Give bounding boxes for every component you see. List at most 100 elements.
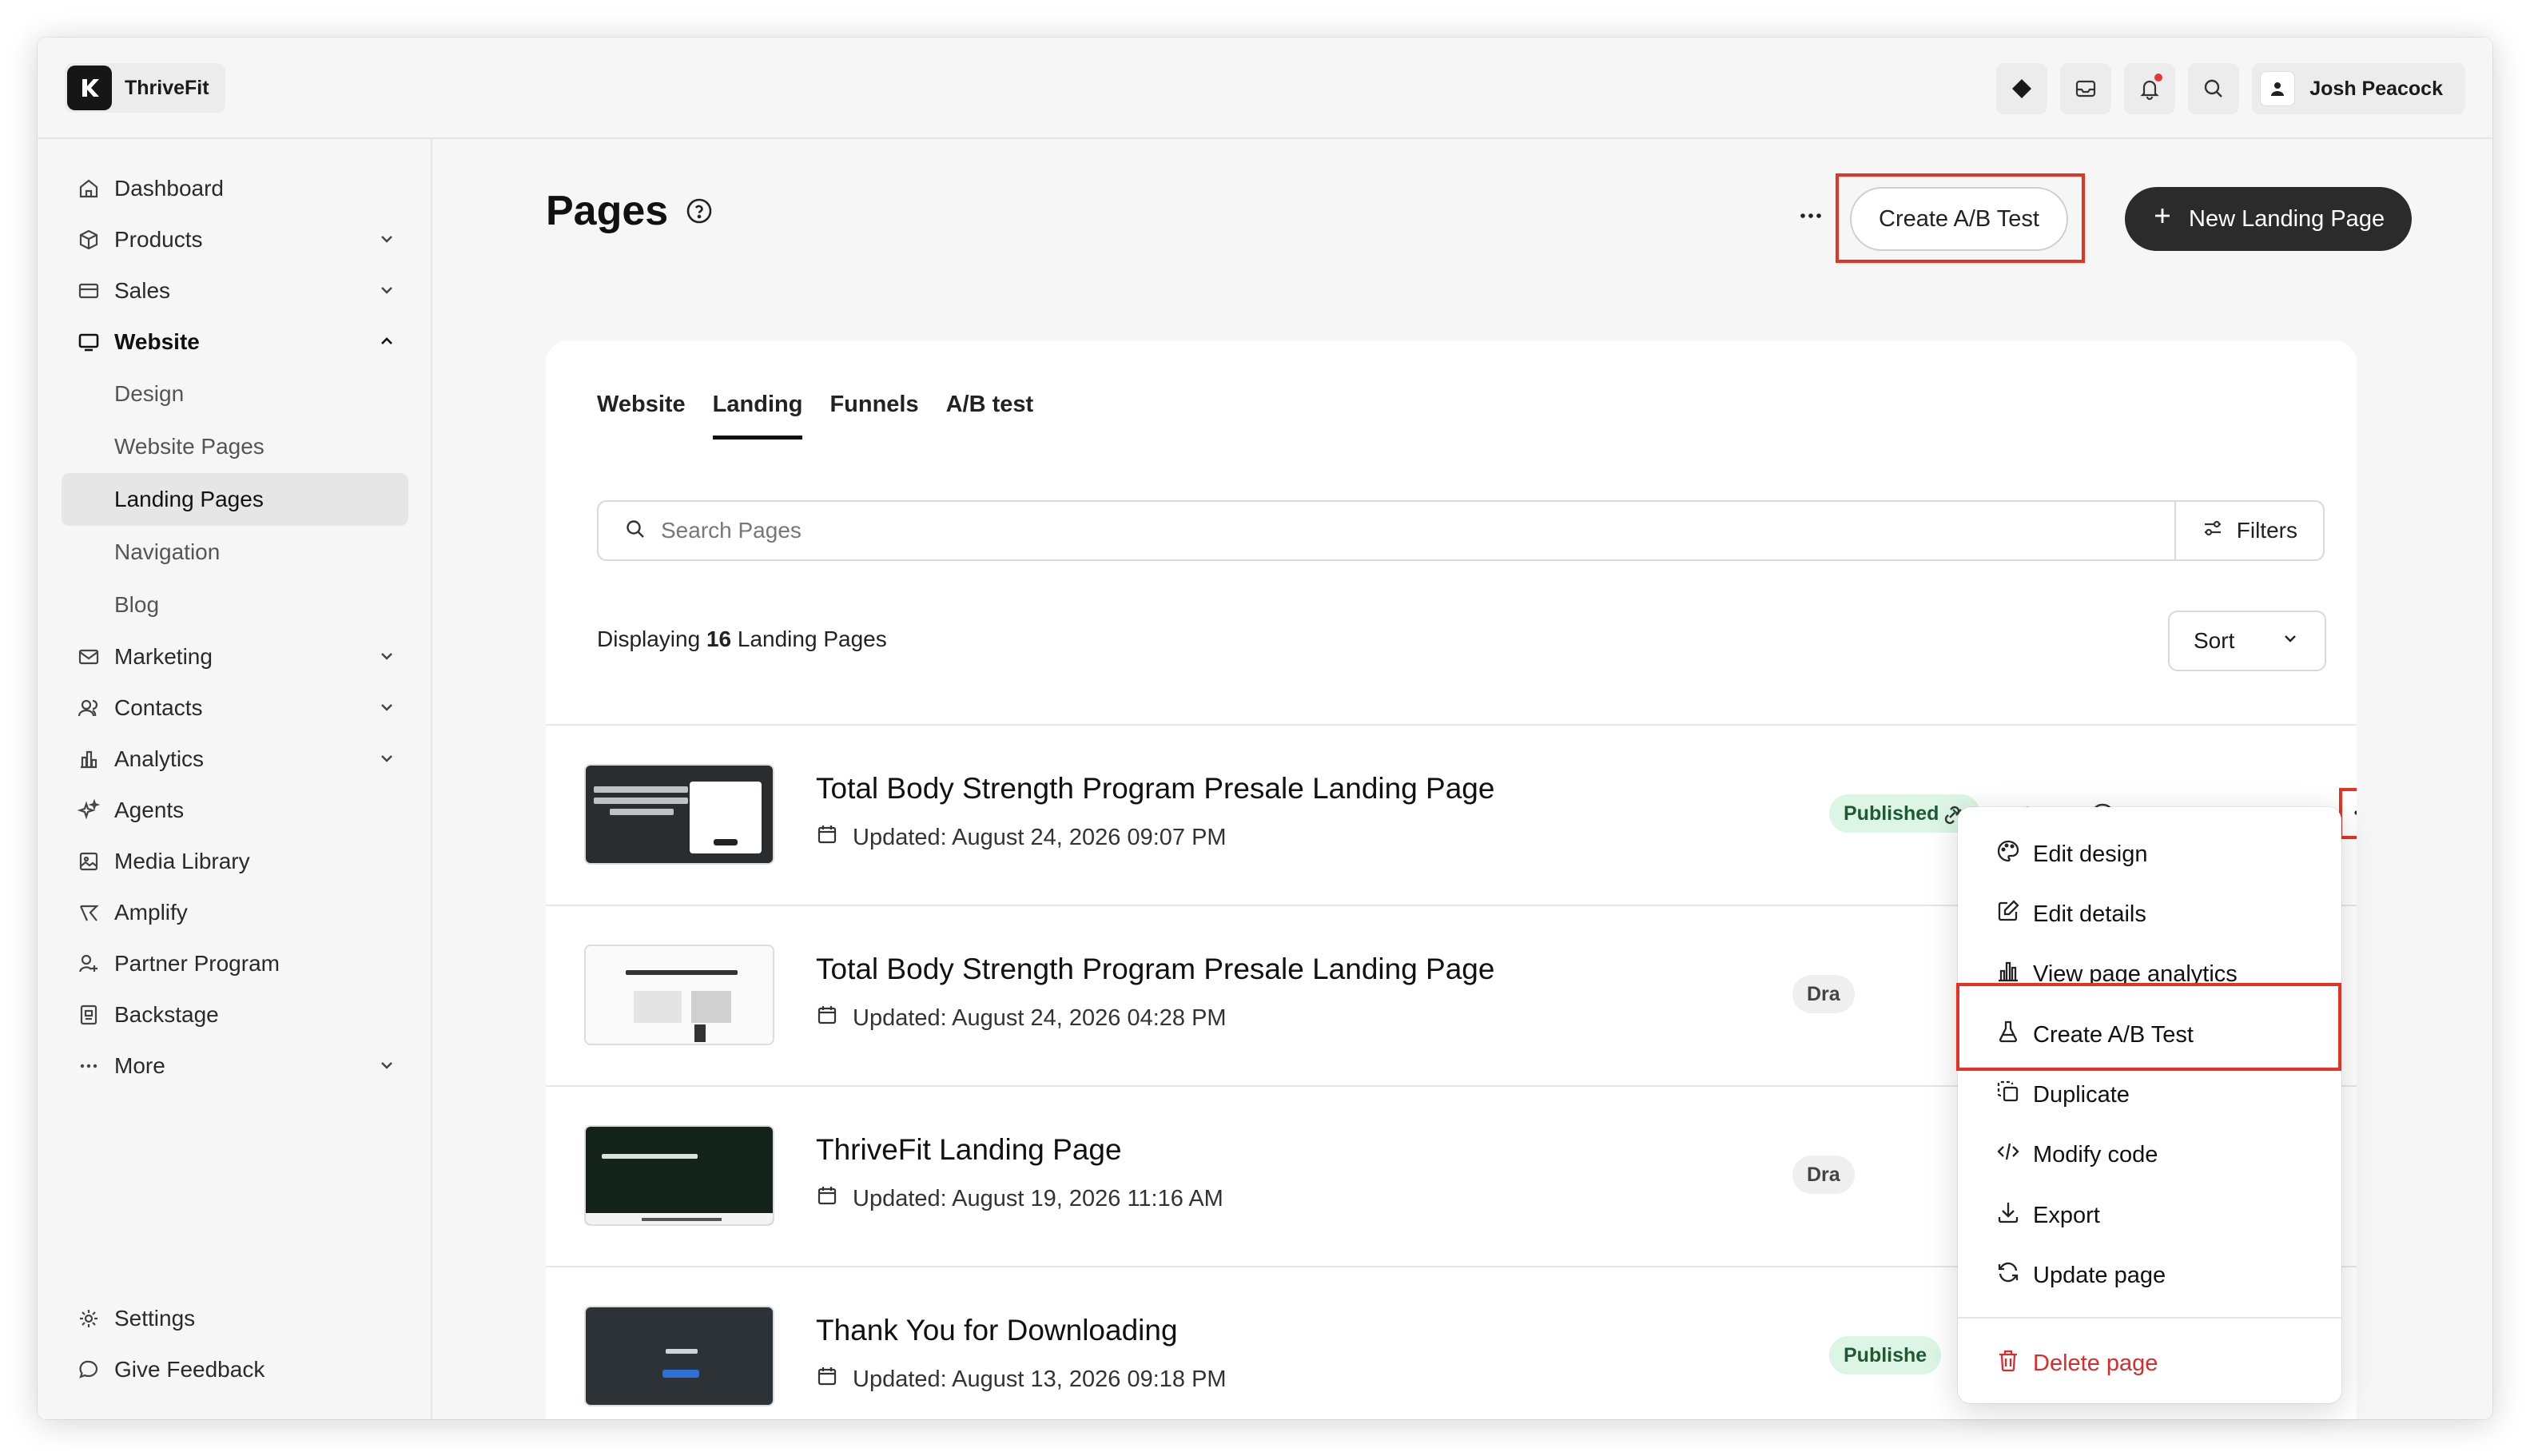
download-icon — [1996, 1200, 2020, 1231]
row-title[interactable]: Total Body Strength Program Presale Land… — [816, 772, 1494, 806]
bell-icon[interactable] — [2124, 63, 2176, 114]
sidebar-item-label: Website — [114, 329, 200, 354]
row-title[interactable]: Thank You for Downloading — [816, 1314, 1178, 1347]
sidebar-item-partner-program[interactable]: Partner Program — [62, 938, 408, 989]
sidebar-item-website[interactable]: Website — [62, 316, 408, 368]
help-icon[interactable] — [686, 187, 713, 235]
sidebar-item-label: Partner Program — [114, 951, 280, 976]
tab-landing[interactable]: Landing — [712, 392, 803, 440]
sidebar-item-agents[interactable]: Agents — [62, 785, 408, 836]
tab-website[interactable]: Website — [597, 392, 686, 440]
sidebar-item-products[interactable]: Products — [62, 214, 408, 265]
sort-dropdown[interactable]: Sort — [2168, 611, 2326, 671]
chevron-down-icon — [376, 1055, 397, 1081]
sidebar-item-more[interactable]: More — [62, 1040, 408, 1092]
sliders-icon — [2202, 517, 2224, 545]
sidebar-item-label: Amplify — [114, 900, 188, 925]
row-more-button[interactable] — [2339, 788, 2357, 839]
search-icon[interactable] — [2188, 63, 2240, 114]
image-icon — [76, 849, 101, 874]
box-icon — [76, 227, 101, 253]
sidebar-item-contacts[interactable]: Contacts — [62, 682, 408, 734]
sidebar-item-label: Products — [114, 227, 203, 252]
page-title: Pages — [546, 187, 713, 235]
sidebar-sub-website-pages[interactable]: Website Pages — [62, 420, 408, 473]
sidebar-sub-landing-pages[interactable]: Landing Pages — [62, 473, 408, 526]
highlight-box — [1836, 173, 2085, 263]
sidebar-item-label: Contacts — [114, 695, 203, 720]
gear-icon — [76, 1306, 101, 1331]
page-thumbnail — [584, 764, 774, 865]
menu-item-edit-details[interactable]: Edit details — [1958, 885, 2341, 944]
sidebar-sub-navigation[interactable]: Navigation — [62, 526, 408, 579]
sort-label: Sort — [2194, 628, 2235, 653]
sidebar-sub-design[interactable]: Design — [62, 368, 408, 420]
sidebar-item-sales[interactable]: Sales — [62, 265, 408, 316]
row-updated-text: Updated: August 24, 2026 09:07 PM — [853, 824, 1227, 850]
backstage-icon — [76, 1002, 101, 1028]
row-title[interactable]: Total Body Strength Program Presale Land… — [816, 953, 1494, 986]
menu-item-label: Edit details — [2033, 901, 2146, 927]
sidebar-item-label: Dashboard — [114, 176, 224, 201]
filters-button[interactable]: Filters — [2174, 502, 2323, 559]
mail-icon — [76, 644, 101, 670]
page-thumbnail — [584, 1306, 774, 1406]
sidebar-item-amplify[interactable]: Amplify — [62, 887, 408, 938]
status-label: Dra — [1807, 1163, 1840, 1186]
row-actions-menu: Edit design Edit details View page analy… — [1958, 807, 2341, 1403]
menu-item-export[interactable]: Export — [1958, 1186, 2341, 1245]
sidebar-item-marketing[interactable]: Marketing — [62, 631, 408, 682]
sparkle-icon — [76, 798, 101, 823]
brand-switcher[interactable]: ThriveFit — [65, 63, 225, 113]
sidebar-item-label: Agents — [114, 798, 185, 822]
menu-item-duplicate[interactable]: Duplicate — [1958, 1065, 2341, 1124]
home-icon — [76, 176, 101, 201]
menu-item-label: Update page — [2033, 1262, 2166, 1288]
display-count: Displaying 16 Landing Pages — [597, 627, 887, 652]
menu-item-label: Edit design — [2033, 841, 2148, 867]
status-badge[interactable]: Dra — [1792, 975, 1855, 1013]
sidebar-item-analytics[interactable]: Analytics — [62, 734, 408, 785]
menu-item-modify-code[interactable]: Modify code — [1958, 1125, 2341, 1184]
sidebar: Dashboard Products Sales Website Design … — [38, 139, 432, 1419]
search-input[interactable]: Search Pages — [661, 518, 2174, 543]
sidebar-item-backstage[interactable]: Backstage — [62, 989, 408, 1040]
search-bar: Search Pages Filters — [597, 500, 2325, 561]
plus-icon — [2152, 205, 2173, 233]
sidebar-item-label: Marketing — [114, 644, 213, 669]
menu-item-label: Delete page — [2033, 1350, 2158, 1376]
row-title[interactable]: ThriveFit Landing Page — [816, 1133, 1122, 1167]
more-dots-icon — [2353, 806, 2357, 821]
sidebar-item-give-feedback[interactable]: Give Feedback — [62, 1344, 408, 1395]
chevron-down-icon — [376, 748, 397, 774]
sidebar-item-settings[interactable]: Settings — [62, 1293, 408, 1344]
status-badge[interactable]: Publishe — [1829, 1336, 1942, 1374]
sidebar-item-media-library[interactable]: Media Library — [62, 836, 408, 887]
new-landing-page-button[interactable]: New Landing Page — [2125, 187, 2413, 251]
menu-item-delete-page[interactable]: Delete page — [1958, 1334, 2341, 1393]
menu-item-edit-design[interactable]: Edit design — [1958, 825, 2341, 884]
row-updated-text: Updated: August 24, 2026 04:28 PM — [853, 1004, 1227, 1031]
tab-ab-test[interactable]: A/B test — [946, 392, 1034, 440]
tab-funnels[interactable]: Funnels — [829, 392, 918, 440]
calendar-icon — [816, 1365, 838, 1394]
partner-icon — [76, 951, 101, 977]
palette-icon — [1996, 839, 2020, 869]
menu-item-update-page[interactable]: Update page — [1958, 1246, 2341, 1305]
page-thumbnail — [584, 945, 774, 1045]
card-icon — [76, 278, 101, 304]
header-more-icon[interactable] — [1797, 208, 1824, 228]
status-badge[interactable]: Dra — [1792, 1156, 1855, 1194]
user-avatar-icon — [2260, 71, 2296, 106]
users-icon — [76, 695, 101, 721]
user-menu-button[interactable]: Josh Peacock — [2252, 63, 2465, 114]
inbox-icon[interactable] — [2060, 63, 2112, 114]
duplicate-icon — [1996, 1080, 2020, 1110]
code-icon — [1996, 1140, 2020, 1170]
menu-item-label: Export — [2033, 1202, 2100, 1228]
sidebar-sub-blog[interactable]: Blog — [62, 579, 408, 631]
menu-item-label: Duplicate — [2033, 1081, 2130, 1108]
diamond-icon[interactable] — [1996, 63, 2048, 114]
dots-icon — [76, 1053, 101, 1079]
sidebar-item-dashboard[interactable]: Dashboard — [62, 163, 408, 214]
